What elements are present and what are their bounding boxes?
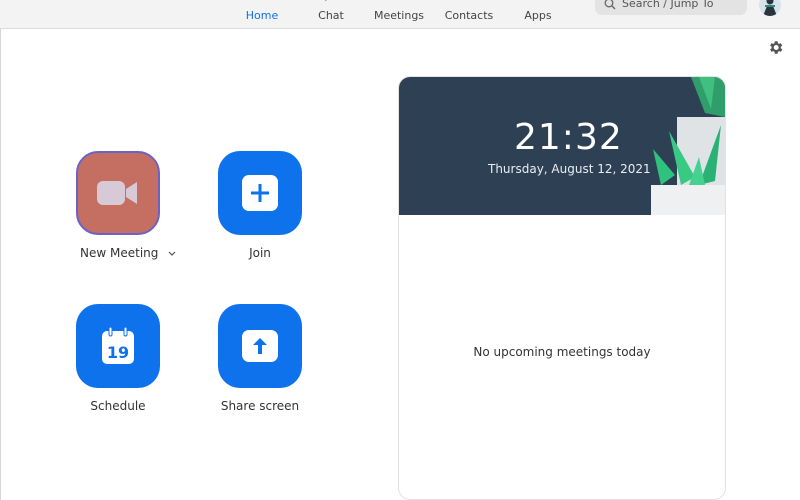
share-arrow-icon [242, 330, 278, 362]
chevron-down-icon[interactable] [168, 251, 176, 257]
nav-label-contacts: Contacts [444, 9, 494, 22]
share-screen-label: Share screen [220, 399, 300, 413]
chat-icon [325, 0, 327, 2]
contacts-icon [462, 0, 476, 3]
nav-label-meetings: Meetings [373, 9, 425, 22]
clock-time: 21:32 [514, 117, 623, 158]
window-border [0, 28, 1, 500]
new-meeting-label-row[interactable]: New Meeting [80, 246, 176, 260]
schedule-label: Schedule [90, 399, 146, 413]
join-button[interactable] [218, 151, 302, 235]
home-icon [255, 0, 269, 3]
nav-item-contacts[interactable]: Contacts [442, 0, 496, 28]
apps-icon [531, 0, 545, 3]
new-meeting-button[interactable] [76, 151, 160, 235]
new-meeting-label: New Meeting [80, 246, 159, 260]
clock-banner: 21:32 Thursday, August 12, 2021 [399, 77, 725, 215]
nav-label-apps: Apps [524, 9, 552, 22]
nav-label-home: Home [245, 9, 279, 22]
no-meetings-message: No upcoming meetings today [473, 345, 651, 359]
calendar-day: 19 [107, 343, 129, 362]
clock-date: Thursday, August 12, 2021 [488, 162, 651, 176]
nav-item-home[interactable]: Home [240, 0, 284, 28]
video-camera-icon [97, 181, 137, 205]
nav-label-chat: Chat [318, 9, 344, 22]
top-nav-bar: Home Chat Meetings Contacts Apps Search … [0, 0, 800, 29]
nav-item-apps[interactable]: Apps [520, 0, 556, 28]
nav-item-meetings[interactable]: Meetings [372, 0, 426, 28]
plus-icon [242, 175, 278, 211]
search-input[interactable]: Search / Jump To [595, 0, 747, 15]
share-screen-button[interactable] [218, 304, 302, 388]
gear-icon[interactable] [767, 39, 784, 56]
join-label: Join [249, 246, 271, 260]
clock-icon [392, 0, 406, 3]
avatar-figure-icon [763, 0, 777, 16]
avatar[interactable] [759, 0, 781, 16]
search-icon [604, 0, 616, 9]
calendar-icon: 19 [102, 326, 134, 364]
schedule-button[interactable]: 19 [76, 304, 160, 388]
upcoming-meetings-panel: 21:32 Thursday, August 12, 2021 No upcom… [398, 76, 726, 500]
nav-item-chat[interactable]: Chat [312, 0, 350, 28]
search-placeholder: Search / Jump To [622, 0, 714, 10]
